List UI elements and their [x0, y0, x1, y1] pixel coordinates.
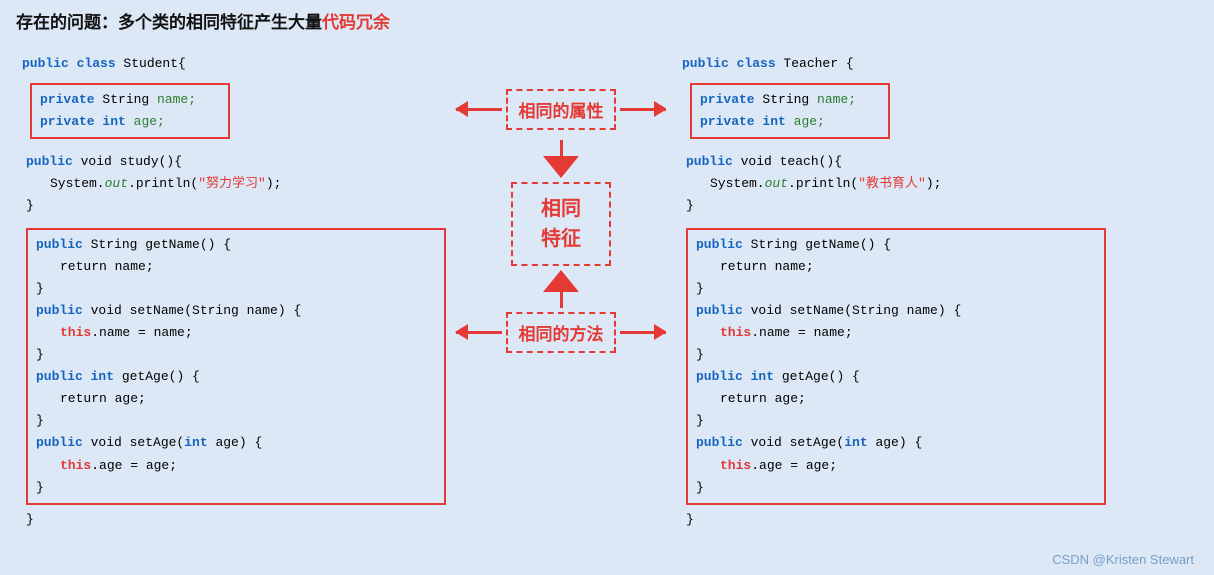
same-attrs-row: 相同的属性	[456, 89, 666, 130]
student-class-decl: public class Student{	[22, 49, 446, 79]
teacher-panel: public class Teacher { private String na…	[666, 39, 1116, 564]
student-class-name: Student{	[123, 56, 185, 71]
same-feature-label: 相同特征	[511, 182, 611, 266]
student-field1: private String name;	[40, 89, 220, 111]
main-area: public class Student{ private String nam…	[0, 39, 1214, 574]
student-public-kw: public	[22, 56, 77, 71]
student-field2: private int age;	[40, 111, 220, 133]
up-arrow	[543, 270, 579, 308]
down-arrow	[543, 140, 579, 178]
teacher-fields-box: private String name; private int age;	[690, 83, 890, 139]
teacher-methods-box: public String getName() { return name; }…	[686, 228, 1106, 505]
title-prefix: 存在的问题：多个类的相同特征产生大量	[16, 13, 322, 32]
center-panel: 相同的属性 相同特征 相同的方法	[456, 39, 666, 564]
same-methods-label: 相同的方法	[506, 312, 616, 353]
teacher-teach-method: public void teach(){ System.out.println(…	[686, 151, 1106, 217]
teacher-field1: private String name;	[700, 89, 880, 111]
same-attrs-label: 相同的属性	[506, 89, 616, 130]
student-panel: public class Student{ private String nam…	[16, 39, 456, 564]
student-methods-box: public String getName() { return name; }…	[26, 228, 446, 505]
s-f1-name: name;	[157, 92, 196, 107]
teacher-class-decl: public class Teacher {	[682, 49, 1106, 79]
watermark: CSDN @Kristen Stewart	[1052, 552, 1194, 567]
s-f1-type: String	[102, 92, 157, 107]
student-fields-box: private String name; private int age;	[30, 83, 230, 139]
teacher-public-kw: public	[682, 56, 737, 71]
s-f2-kw: private	[40, 114, 102, 129]
teacher-class-kw: class	[737, 56, 784, 71]
teacher-field2: private int age;	[700, 111, 880, 133]
student-class-kw: class	[77, 56, 124, 71]
page-title: 存在的问题：多个类的相同特征产生大量代码冗余	[0, 0, 1214, 39]
teacher-class-name: Teacher {	[783, 56, 853, 71]
s-f2-name: age;	[134, 114, 165, 129]
title-highlight: 代码冗余	[322, 13, 390, 32]
s-f2-type: int	[102, 114, 133, 129]
student-study-method: public void study(){ System.out.println(…	[26, 151, 446, 217]
s-f1-kw: private	[40, 92, 102, 107]
same-methods-row: 相同的方法	[456, 312, 666, 353]
